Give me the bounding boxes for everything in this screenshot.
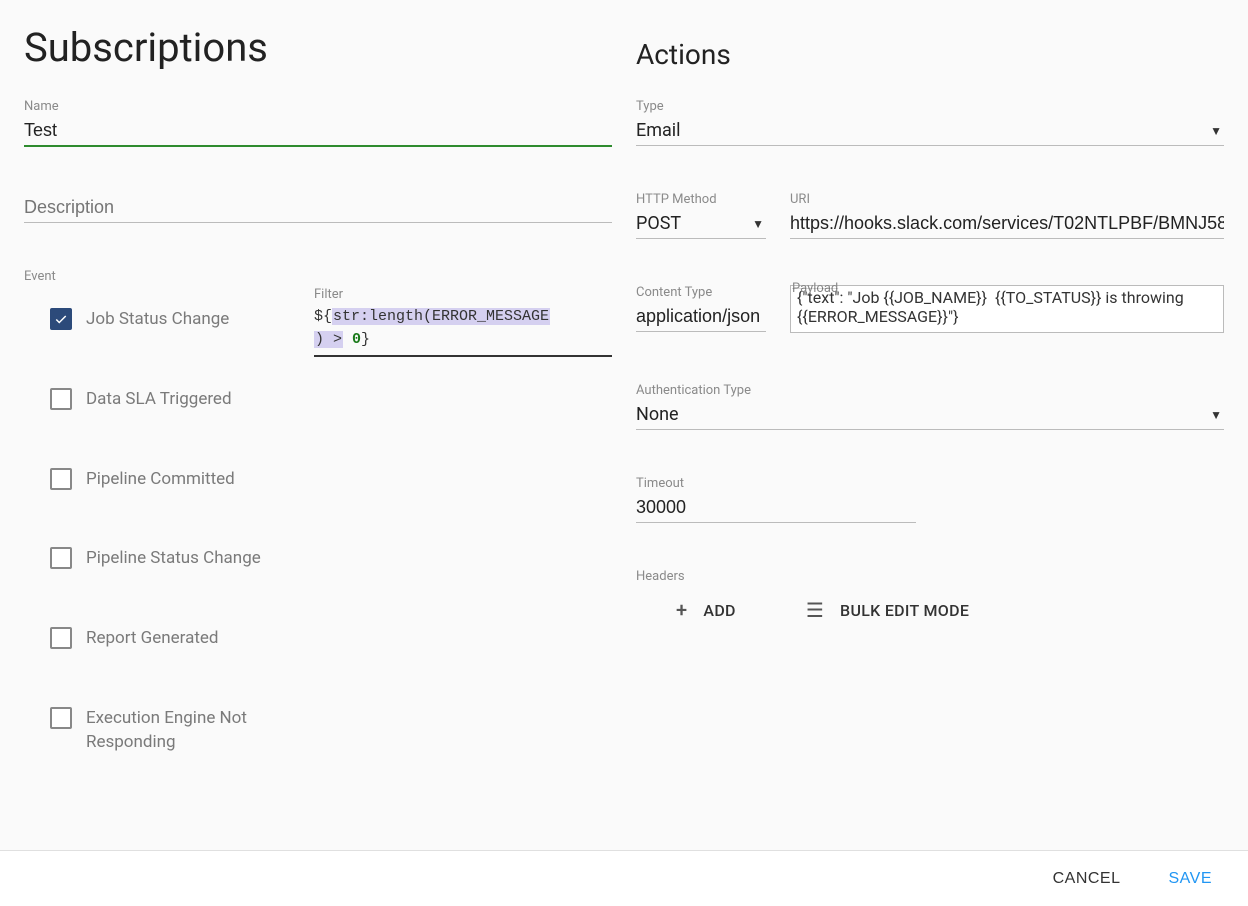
content-payload-row: Content Type Payload: [636, 285, 1224, 383]
name-field: Name: [24, 99, 612, 147]
subscriptions-column: Subscriptions Name Event Job Status Chan…: [24, 24, 624, 850]
filter-column: Filter ${str:length(ERROR_MESSAGE) > 0}: [314, 287, 612, 811]
description-field: [24, 193, 612, 223]
checkbox-pipeline-committed[interactable]: [50, 468, 72, 490]
content-type-label: Content Type: [636, 285, 766, 300]
payload-textarea[interactable]: [790, 285, 1224, 333]
description-input[interactable]: [24, 193, 612, 223]
timeout-label: Timeout: [636, 476, 916, 491]
event-item-pipeline-status-change[interactable]: Pipeline Status Change: [24, 547, 284, 571]
actions-column: Actions Type Email ▼ HTTP Method POST ▼ …: [624, 24, 1224, 850]
payload-field: Payload: [790, 285, 1224, 337]
name-label: Name: [24, 99, 612, 114]
save-button[interactable]: SAVE: [1169, 870, 1213, 888]
actions-title: Actions: [636, 38, 1224, 71]
http-method-field: HTTP Method POST ▼: [636, 192, 766, 239]
checkbox-execution-engine[interactable]: [50, 707, 72, 729]
events-area: Event Job Status Change Data SLA Trigger…: [24, 269, 612, 811]
event-label: Job Status Change: [86, 308, 229, 332]
cancel-button[interactable]: CANCEL: [1053, 870, 1121, 888]
checkbox-pipeline-status-change[interactable]: [50, 547, 72, 569]
type-label: Type: [636, 99, 1224, 114]
type-select[interactable]: Email ▼: [636, 116, 1224, 146]
auth-type-field: Authentication Type None ▼: [636, 383, 1224, 430]
bulk-edit-button[interactable]: ☰ BULK EDIT MODE: [806, 600, 969, 620]
headers-section: Headers + ADD ☰ BULK EDIT MODE: [636, 569, 1224, 620]
http-uri-row: HTTP Method POST ▼ URI: [636, 192, 1224, 285]
event-item-job-status-change[interactable]: Job Status Change: [24, 308, 284, 332]
http-method-label: HTTP Method: [636, 192, 766, 207]
checkbox-report-generated[interactable]: [50, 627, 72, 649]
timeout-input[interactable]: [636, 493, 916, 523]
event-section-label: Event: [24, 269, 284, 284]
event-label: Report Generated: [86, 627, 219, 651]
uri-field: URI: [790, 192, 1224, 239]
content-type-input[interactable]: [636, 302, 766, 332]
auth-type-label: Authentication Type: [636, 383, 1224, 398]
headers-label: Headers: [636, 569, 1224, 584]
event-label: Execution Engine Not Responding: [86, 707, 284, 755]
event-label: Data SLA Triggered: [86, 388, 232, 412]
events-list: Event Job Status Change Data SLA Trigger…: [24, 269, 284, 811]
auth-type-select[interactable]: None ▼: [636, 400, 1224, 430]
list-icon: ☰: [806, 600, 824, 620]
checkbox-job-status-change[interactable]: [50, 308, 72, 330]
footer-bar: CANCEL SAVE: [0, 850, 1248, 906]
event-item-data-sla-triggered[interactable]: Data SLA Triggered: [24, 388, 284, 412]
add-header-button[interactable]: + ADD: [676, 600, 736, 620]
event-item-report-generated[interactable]: Report Generated: [24, 627, 284, 651]
uri-input[interactable]: [790, 209, 1224, 239]
http-method-select[interactable]: POST ▼: [636, 209, 766, 239]
uri-label: URI: [790, 192, 1224, 207]
event-label: Pipeline Committed: [86, 468, 235, 492]
page-body: Subscriptions Name Event Job Status Chan…: [0, 0, 1248, 850]
name-input[interactable]: [24, 116, 612, 147]
filter-input[interactable]: ${str:length(ERROR_MESSAGE) > 0}: [314, 304, 612, 357]
plus-icon: +: [676, 600, 687, 620]
event-label: Pipeline Status Change: [86, 547, 261, 571]
event-item-execution-engine[interactable]: Execution Engine Not Responding: [24, 707, 284, 755]
event-item-pipeline-committed[interactable]: Pipeline Committed: [24, 468, 284, 492]
checkbox-data-sla-triggered[interactable]: [50, 388, 72, 410]
content-type-field: Content Type: [636, 285, 766, 337]
type-field: Type Email ▼: [636, 99, 1224, 146]
subscriptions-title: Subscriptions: [24, 24, 612, 71]
payload-label: Payload: [792, 282, 838, 295]
timeout-field: Timeout: [636, 476, 916, 523]
filter-label: Filter: [314, 287, 612, 302]
